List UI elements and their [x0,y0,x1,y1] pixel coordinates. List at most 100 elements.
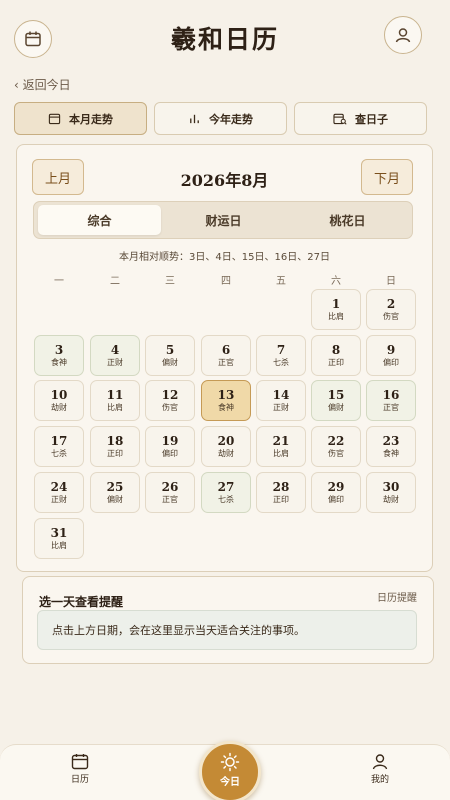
day-tag: 正官 [383,403,399,412]
weekday-label: 六 [331,276,341,287]
day-tag: 正财 [107,358,123,367]
day-cell[interactable]: 3 食神 [34,335,84,376]
day-cell[interactable]: 10 劫财 [34,380,84,421]
segment-overall[interactable]: 综合 [38,205,161,235]
day-tag: 比肩 [51,541,67,550]
day-cell[interactable]: 8 正印 [311,335,361,376]
day-cell[interactable]: 17 七杀 [34,426,84,467]
day-number: 10 [50,388,68,402]
day-number: 25 [106,480,124,494]
day-cell[interactable]: 30 劫财 [366,472,416,513]
back-to-today-link[interactable]: ‹ 返回今日 [14,76,71,93]
day-number: 27 [217,480,235,494]
day-cell[interactable]: 12 伤官 [145,380,195,421]
day-tag: 七杀 [273,358,289,367]
day-tag: 七杀 [218,495,234,504]
day-cell[interactable]: 22 伤官 [311,426,361,467]
calendar-reminder-link[interactable]: 日历提醒 [377,589,417,604]
day-cell[interactable]: 18 正印 [90,426,140,467]
day-tag: 伤官 [383,312,399,321]
day-tag: 偏财 [162,358,178,367]
day-cell[interactable]: 25 偏财 [90,472,140,513]
day-cell[interactable]: 9 偏印 [366,335,416,376]
day-tag: 比肩 [107,403,123,412]
calendar-card: 上月 2026年8月 下月 综合 财运日 桃花日 本月相对顺势：3日、4日、15… [16,144,433,572]
day-tag: 食神 [383,449,399,458]
day-cell[interactable]: 1 比肩 [311,289,361,330]
weekday-label: 二 [110,276,120,287]
day-tag: 伤官 [328,449,344,458]
day-tag: 偏印 [328,495,344,504]
day-cell[interactable]: 15 偏财 [311,380,361,421]
day-tag: 正印 [328,358,344,367]
segment-romance-days[interactable]: 桃花日 [286,205,409,235]
header: 羲和日历 [0,0,450,72]
segment-wealth-days[interactable]: 财运日 [162,205,285,235]
day-number: 4 [110,343,120,357]
day-cell[interactable]: 19 偏印 [145,426,195,467]
day-number: 1 [331,297,341,311]
day-tag: 比肩 [273,449,289,458]
day-cell[interactable]: 6 正官 [201,335,251,376]
day-cell[interactable]: 27 七杀 [201,472,251,513]
day-tag: 偏印 [383,358,399,367]
view-segmented-control: 综合 财运日 桃花日 [33,201,413,239]
day-number: 22 [327,434,345,448]
day-cell[interactable]: 2 伤官 [366,289,416,330]
day-tag: 正官 [162,495,178,504]
day-number: 20 [217,434,235,448]
day-cell[interactable]: 11 比肩 [90,380,140,421]
day-number: 30 [382,480,400,494]
top-tabs: 本月走势 今年走势 查日子 [14,102,428,136]
day-tag: 正财 [51,495,67,504]
weekday-label: 五 [276,276,286,287]
calendar-icon [71,754,89,770]
day-number: 13 [217,388,235,402]
user-button[interactable] [384,16,422,54]
nav-today-label: 今日 [220,777,240,788]
nav-calendar[interactable]: 日历 [50,753,110,785]
day-tag: 偏财 [328,403,344,412]
day-cell[interactable]: 7 七杀 [256,335,306,376]
day-tag: 比肩 [328,312,344,321]
reminder-title: 选一天查看提醒 [39,595,124,609]
tab-month-trend[interactable]: 本月走势 [14,102,147,135]
day-cell[interactable]: 13 食神 [201,380,251,421]
day-tag: 食神 [51,358,67,367]
day-cell[interactable]: 26 正官 [145,472,195,513]
day-cell[interactable]: 5 偏财 [145,335,195,376]
day-number: 16 [382,388,400,402]
day-number: 3 [54,343,64,357]
weekday-label: 一 [54,276,64,287]
app-title: 羲和日历 [170,25,279,54]
day-tag: 劫财 [218,449,234,458]
tab-year-trend[interactable]: 今年走势 [154,102,287,135]
weekday-label: 四 [221,276,231,287]
day-tag: 伤官 [162,403,178,412]
nav-today-button[interactable]: 今日 [199,741,261,800]
day-tag: 正财 [273,403,289,412]
day-cell[interactable]: 31 比肩 [34,518,84,559]
day-tag: 食神 [218,403,234,412]
day-tag: 七杀 [51,449,67,458]
tab-month-trend-label: 本月走势 [69,112,113,126]
tab-find-day[interactable]: 查日子 [294,102,427,135]
day-tag: 偏财 [107,495,123,504]
day-tag: 劫财 [383,495,399,504]
day-cell[interactable]: 21 比肩 [256,426,306,467]
day-number: 5 [165,343,175,357]
day-number: 14 [272,388,290,402]
day-cell[interactable]: 4 正财 [90,335,140,376]
day-cell[interactable]: 16 正官 [366,380,416,421]
day-number: 23 [382,434,400,448]
day-cell[interactable]: 20 劫财 [201,426,251,467]
nav-me[interactable]: 我的 [350,753,410,785]
day-cell[interactable]: 28 正印 [256,472,306,513]
day-cell[interactable]: 29 偏印 [311,472,361,513]
day-cell[interactable]: 23 食神 [366,426,416,467]
day-number: 21 [272,434,290,448]
day-tag: 劫财 [51,403,67,412]
day-cell[interactable]: 14 正财 [256,380,306,421]
day-cell[interactable]: 24 正财 [34,472,84,513]
next-month-button[interactable]: 下月 [361,159,413,195]
